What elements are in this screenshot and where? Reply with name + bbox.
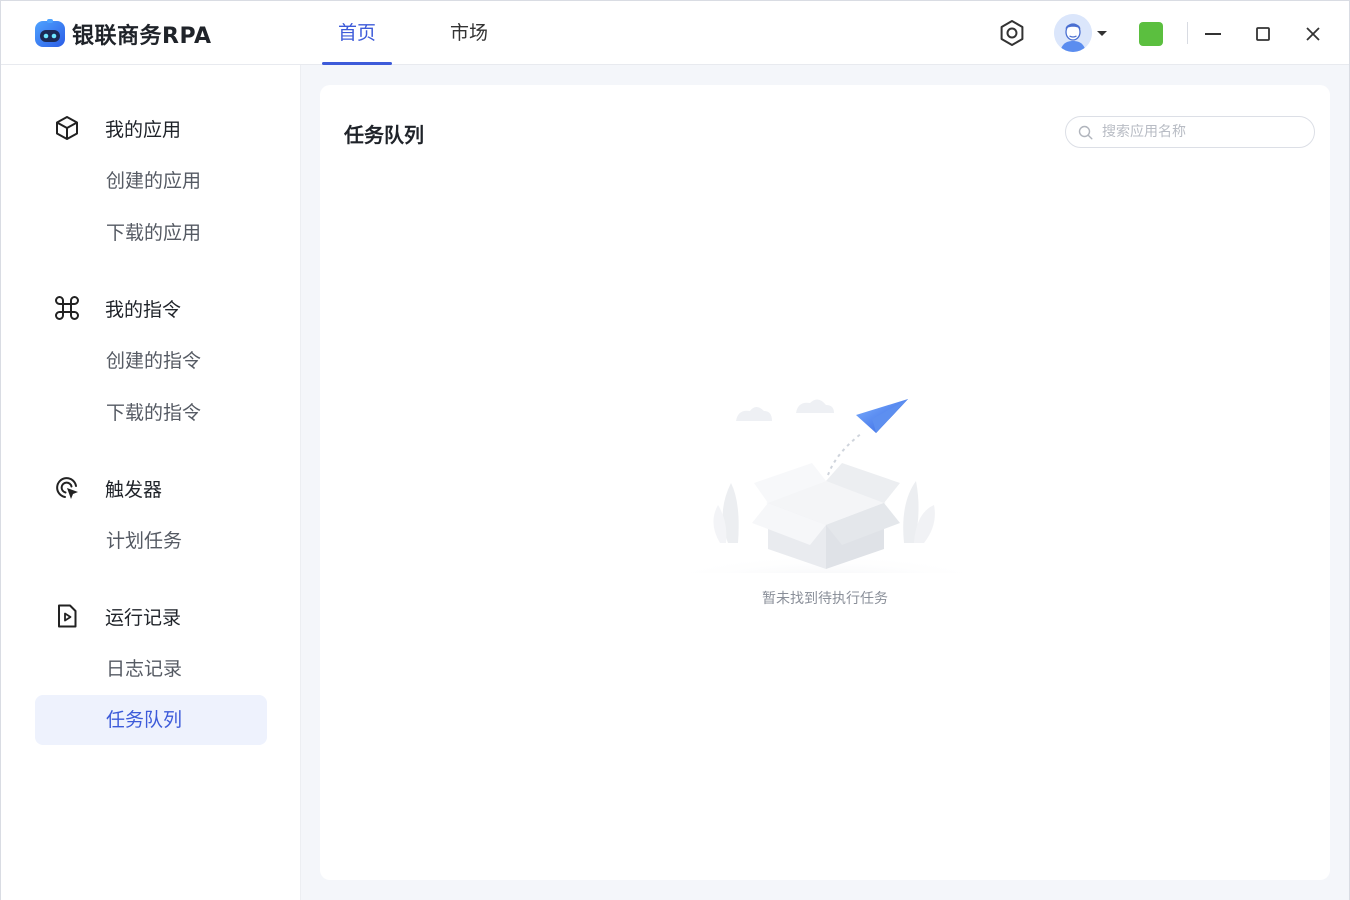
sidebar-item-created-apps[interactable]: 创建的应用: [35, 156, 267, 206]
sidebar-group-my-apps[interactable]: 我的应用: [53, 112, 181, 144]
minimize-button[interactable]: [1198, 19, 1228, 49]
sidebar-item-task-queue[interactable]: 任务队列: [35, 695, 267, 745]
user-menu-button[interactable]: [1051, 14, 1109, 52]
minimize-icon: [1205, 33, 1221, 35]
status-indicator[interactable]: [1139, 22, 1163, 46]
cube-icon: [53, 114, 81, 142]
app-logo-icon: [35, 19, 65, 47]
app-name: 银联商务RPA: [72, 24, 212, 49]
search-input[interactable]: [1102, 124, 1302, 140]
sidebar-item-scheduled-tasks[interactable]: 计划任务: [35, 516, 267, 566]
sidebar-group-run-records[interactable]: 运行记录: [53, 600, 181, 632]
settings-icon: [1000, 20, 1024, 46]
close-icon: [1306, 27, 1320, 41]
page-title: 任务队列: [344, 123, 424, 147]
sidebar: 我的应用 创建的应用 下载的应用 我的指令 创建的指令 下载的指令 触发器 计划…: [1, 65, 301, 900]
sidebar-item-downloaded-apps[interactable]: 下载的应用: [35, 208, 267, 258]
sidebar-item-log-records[interactable]: 日志记录: [35, 644, 267, 694]
sidebar-item-created-commands[interactable]: 创建的指令: [35, 336, 267, 386]
sidebar-group-label: 运行记录: [105, 606, 182, 629]
sidebar-group-label: 我的应用: [105, 118, 182, 141]
sidebar-item-downloaded-commands[interactable]: 下载的指令: [35, 388, 267, 438]
settings-button[interactable]: [996, 17, 1028, 49]
task-queue-panel: 任务队列 搜索应用名称 暂未找到待执行任务: [320, 85, 1330, 880]
empty-box-paper-plane-illustration: [676, 399, 976, 573]
app-window: 银联商务RPA 首页 市场 我的应用 创建的应用 下载的应用 我的指令 创建的指…: [0, 0, 1350, 900]
play-document-icon: [53, 602, 81, 630]
title-bar: 银联商务RPA 首页 市场: [1, 1, 1349, 65]
search-box[interactable]: [1065, 116, 1315, 148]
maximize-button[interactable]: [1248, 19, 1278, 49]
tab-market[interactable]: 市场: [434, 1, 504, 65]
user-avatar-icon: [1053, 14, 1092, 52]
maximize-icon: [1256, 27, 1270, 41]
empty-state-message: 暂未找到待执行任务: [762, 591, 888, 607]
tab-home[interactable]: 首页: [322, 1, 392, 65]
sidebar-group-label: 触发器: [105, 478, 163, 501]
close-button[interactable]: [1298, 19, 1328, 49]
sidebar-group-label: 我的指令: [105, 298, 182, 321]
sidebar-group-triggers[interactable]: 触发器: [53, 472, 162, 504]
brand: 银联商务RPA: [34, 18, 212, 50]
command-icon: [53, 294, 81, 322]
sidebar-group-my-commands[interactable]: 我的指令: [53, 292, 181, 324]
target-cursor-icon: [53, 474, 81, 502]
search-icon: [1078, 124, 1094, 140]
chevron-down-icon: [1096, 30, 1107, 36]
avatar: [1053, 14, 1092, 52]
titlebar-divider: [1187, 22, 1188, 44]
